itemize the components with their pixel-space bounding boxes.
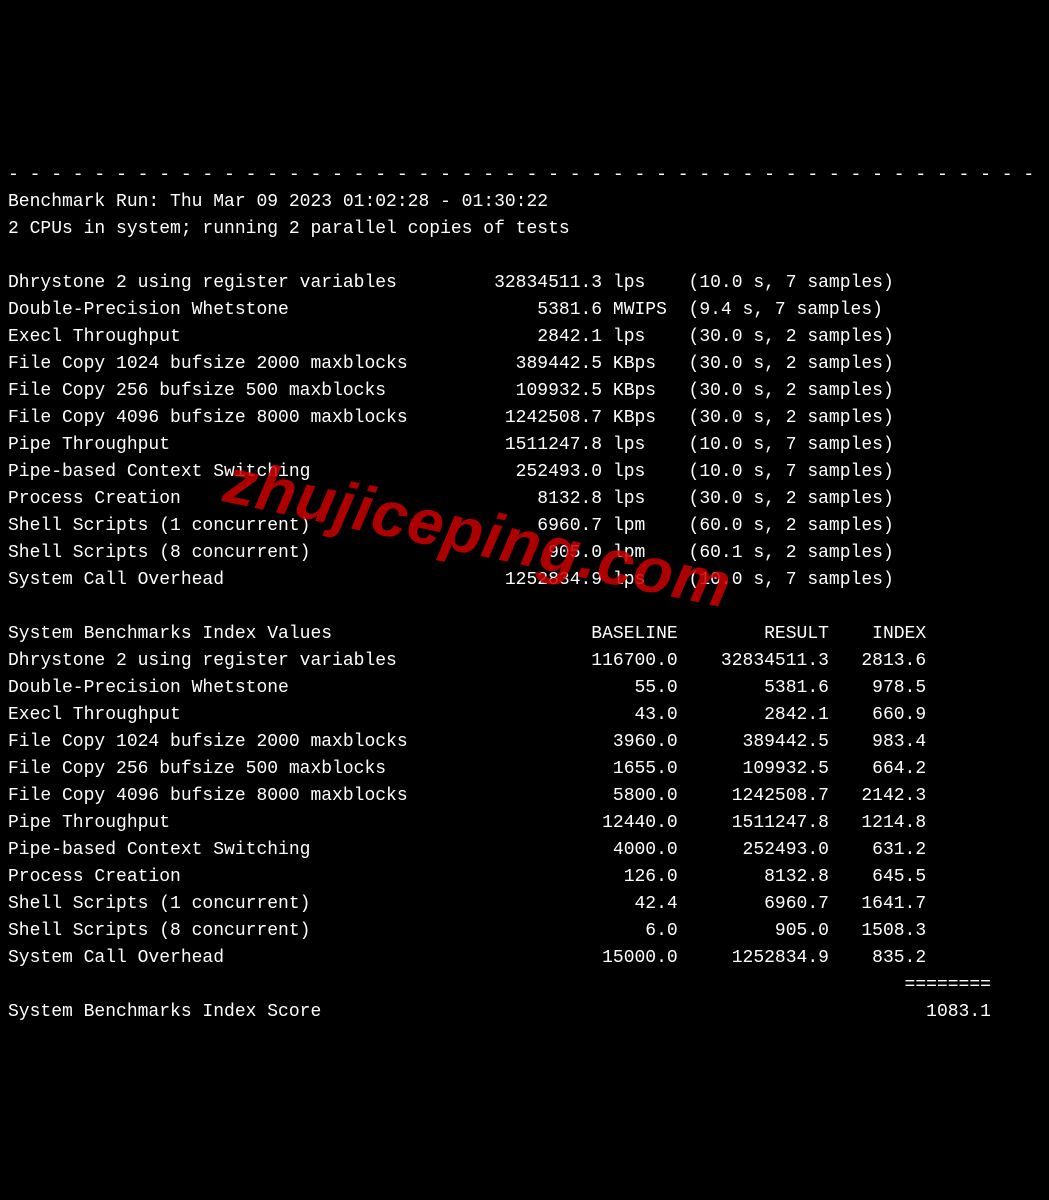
benchmark-index-table: System Benchmarks Index Values BASELINE … [8, 624, 926, 968]
score-separator: ======== [8, 975, 991, 995]
benchmark-score: System Benchmarks Index Score 1083.1 [8, 1002, 991, 1022]
separator-line: - - - - - - - - - - - - - - - - - - - - … [8, 165, 1034, 185]
benchmark-run-header: Benchmark Run: Thu Mar 09 2023 01:02:28 … [8, 192, 548, 212]
terminal-output: - - - - - - - - - - - - - - - - - - - - … [0, 135, 1049, 1065]
cpu-info-line: 2 CPUs in system; running 2 parallel cop… [8, 219, 570, 239]
benchmark-tests: Dhrystone 2 using register variables 328… [8, 273, 894, 590]
